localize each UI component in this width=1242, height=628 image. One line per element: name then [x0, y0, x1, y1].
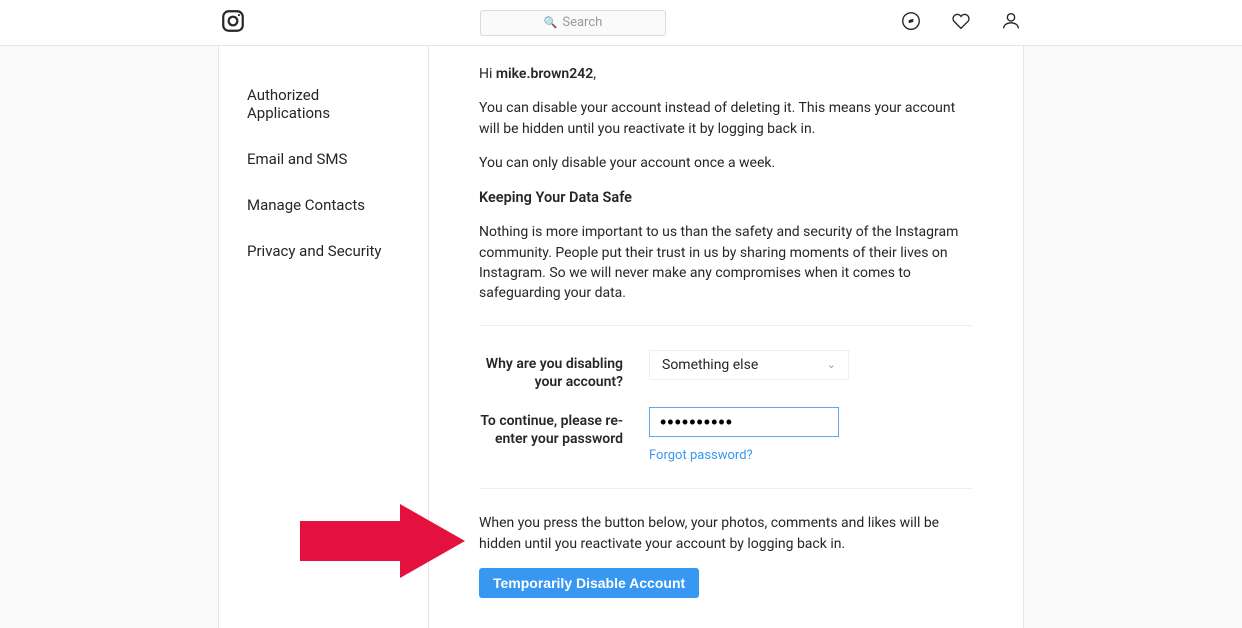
divider [479, 488, 973, 489]
temporarily-disable-button[interactable]: Temporarily Disable Account [479, 568, 699, 598]
data-safe-heading: Keeping Your Data Safe [479, 187, 973, 208]
password-label: To continue, please re-enter your passwo… [479, 407, 649, 448]
main-content: Hi mike.brown242, You can disable your a… [429, 46, 1023, 628]
reason-select[interactable]: Something else ⌄ [649, 350, 849, 380]
settings-panel: Authorized Applications Email and SMS Ma… [218, 46, 1024, 628]
activity-heart-icon[interactable] [950, 10, 972, 36]
instagram-logo-icon[interactable] [220, 8, 246, 38]
search-input[interactable]: 🔍 Search [480, 10, 666, 36]
final-warning: When you press the button below, your ph… [479, 513, 973, 554]
reason-label: Why are you disabling your account? [479, 350, 649, 391]
chevron-down-icon: ⌄ [827, 357, 836, 373]
disable-explainer-1: You can disable your account instead of … [479, 98, 973, 139]
sidebar-item-manage-contacts[interactable]: Manage Contacts [219, 182, 428, 228]
divider [479, 325, 973, 326]
password-row: To continue, please re-enter your passwo… [479, 407, 973, 466]
explore-icon[interactable] [900, 10, 922, 36]
sidebar-item-email-sms[interactable]: Email and SMS [219, 136, 428, 182]
reason-selected-value: Something else [662, 355, 758, 375]
sidebar-item-privacy-security[interactable]: Privacy and Security [219, 228, 428, 274]
username: mike.brown242 [496, 66, 593, 82]
sidebar-item-authorized-apps[interactable]: Authorized Applications [219, 72, 428, 136]
search-icon: 🔍 [544, 16, 558, 29]
profile-icon[interactable] [1000, 10, 1022, 36]
data-safe-body: Nothing is more important to us than the… [479, 222, 973, 303]
search-placeholder: Search [562, 15, 602, 30]
disable-explainer-2: You can only disable your account once a… [479, 153, 973, 173]
top-nav: 🔍 Search [0, 0, 1242, 46]
reason-row: Why are you disabling your account? Some… [479, 350, 973, 391]
greeting-line: Hi mike.brown242, [479, 64, 973, 84]
settings-sidebar: Authorized Applications Email and SMS Ma… [219, 46, 429, 628]
forgot-password-link[interactable]: Forgot password? [649, 447, 753, 466]
password-input[interactable] [649, 407, 839, 437]
